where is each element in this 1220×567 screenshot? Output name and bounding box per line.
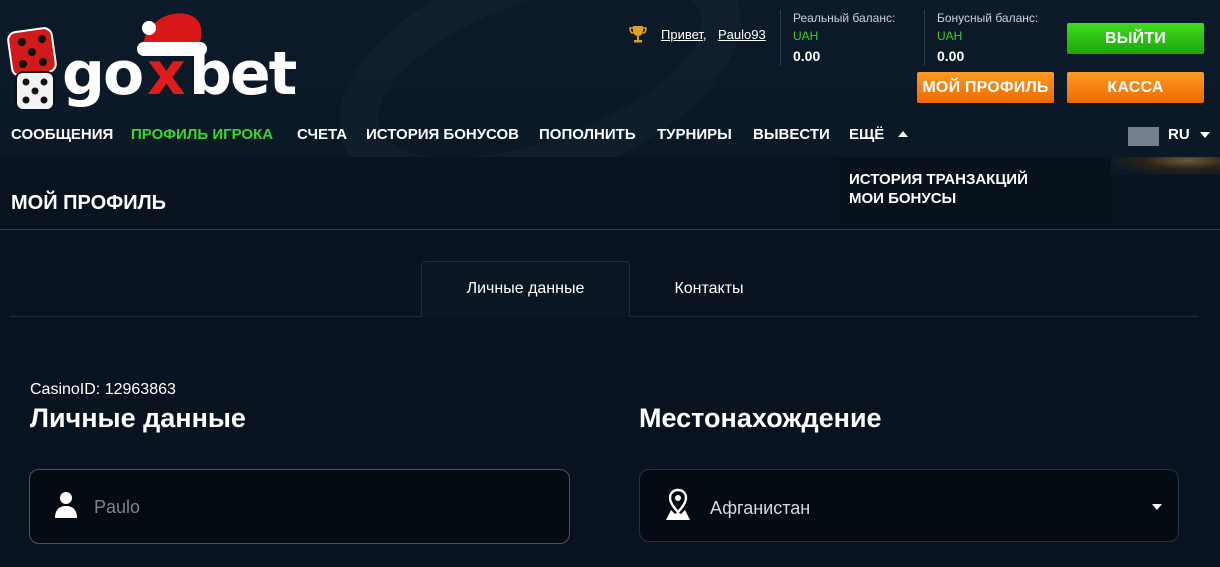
real-balance-currency: UAH bbox=[793, 29, 819, 43]
bonus-balance-label: Бонусный баланс: bbox=[937, 11, 1039, 25]
svg-text:go: go bbox=[62, 39, 142, 109]
page-title: МОЙ ПРОФИЛЬ bbox=[11, 192, 167, 214]
bonus-balance-currency: UAH bbox=[937, 29, 963, 43]
more-dropdown-menu: ИСТОРИЯ ТРАНЗАКЦИЙ МОИ БОНУСЫ bbox=[837, 157, 1111, 221]
map-pin-icon bbox=[666, 488, 690, 520]
caret-up-icon[interactable] bbox=[898, 131, 908, 137]
logout-button[interactable]: ВЫЙТИ bbox=[1067, 23, 1204, 54]
nav-item-withdraw[interactable]: ВЫВЕСТИ bbox=[753, 126, 830, 143]
nav-item-player-profile[interactable]: ПРОФИЛЬ ИГРОКА bbox=[131, 126, 273, 143]
nav-item-messages[interactable]: СООБЩЕНИЯ bbox=[11, 126, 113, 143]
country-value: Афганистан bbox=[710, 498, 811, 518]
menu-item-transaction-history[interactable]: ИСТОРИЯ ТРАНЗАКЦИЙ bbox=[849, 171, 1028, 188]
first-name-field[interactable]: Paulo bbox=[29, 469, 570, 544]
tab-contacts[interactable]: Контакты bbox=[630, 261, 788, 317]
location-heading: Местонахождение bbox=[639, 403, 882, 433]
cashier-button[interactable]: КАССА bbox=[1067, 72, 1204, 103]
divider bbox=[0, 229, 1220, 230]
username-link[interactable]: Paulo93 bbox=[718, 27, 766, 42]
casino-id: CasinoID: 12963863 bbox=[30, 381, 176, 398]
nav-item-accounts[interactable]: СЧЕТА bbox=[297, 126, 347, 143]
divider bbox=[924, 10, 925, 66]
white-dice-icon bbox=[15, 71, 55, 110]
language-flag-icon[interactable] bbox=[1128, 127, 1159, 146]
svg-text:x: x bbox=[147, 39, 185, 109]
menu-item-my-bonuses[interactable]: МОИ БОНУСЫ bbox=[849, 190, 956, 207]
goxbet-logo[interactable]: go x bet bbox=[4, 8, 334, 110]
nav-item-deposit[interactable]: ПОПОЛНИТЬ bbox=[539, 126, 636, 143]
nav-item-more[interactable]: ЕЩЁ bbox=[849, 126, 884, 143]
trophy-icon bbox=[629, 26, 647, 43]
svg-text:bet: bet bbox=[189, 39, 297, 109]
tab-personal-data[interactable]: Личные данные bbox=[421, 261, 630, 317]
bonus-balance-value: 0.00 bbox=[937, 48, 965, 64]
red-dice-icon bbox=[7, 27, 57, 77]
divider bbox=[780, 10, 781, 66]
my-profile-button[interactable]: МОЙ ПРОФИЛЬ bbox=[917, 72, 1054, 103]
personal-data-heading: Личные данные bbox=[30, 403, 246, 433]
nav-item-tournaments[interactable]: ТУРНИРЫ bbox=[657, 126, 732, 143]
user-icon bbox=[55, 492, 77, 518]
real-balance-label: Реальный баланс: bbox=[793, 11, 896, 25]
real-balance-value: 0.00 bbox=[793, 48, 821, 64]
first-name-input[interactable]: Paulo bbox=[94, 497, 140, 518]
chevron-down-icon[interactable] bbox=[1152, 504, 1162, 510]
language-selector[interactable]: RU bbox=[1168, 126, 1190, 143]
chevron-down-icon[interactable] bbox=[1200, 132, 1210, 138]
greeting-link[interactable]: Привет, bbox=[661, 27, 707, 42]
banner-glow bbox=[1111, 157, 1220, 175]
nav-item-bonus-history[interactable]: ИСТОРИЯ БОНУСОВ bbox=[366, 126, 519, 143]
country-select[interactable]: Афганистан bbox=[639, 469, 1179, 542]
